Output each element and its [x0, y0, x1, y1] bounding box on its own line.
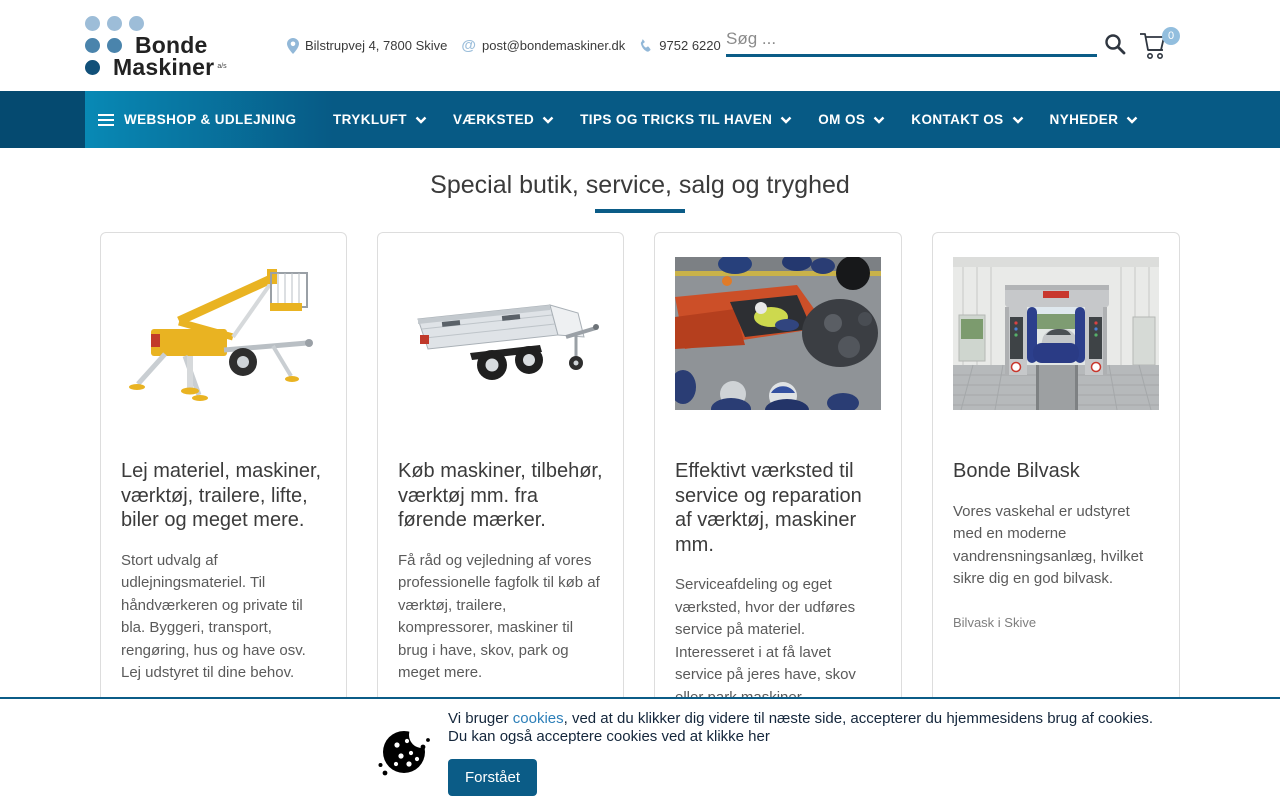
cart-count-badge: 0	[1162, 27, 1180, 45]
boom-lift-image	[121, 256, 326, 411]
logo-dot	[129, 15, 144, 31]
nav-item-label: VÆRKSTED	[452, 112, 535, 127]
contact-address: Bilstrupvej 4, 7800 Skive	[287, 37, 448, 54]
logo-dots-row3: Maskiner a/s	[85, 53, 227, 80]
chevron-down-icon	[780, 116, 792, 124]
search-icon	[1105, 33, 1126, 54]
card-body-text: Vores vaskehal er udstyret med en modern…	[953, 502, 1144, 588]
contact-email[interactable]: @ post@bondemaskiner.dk	[461, 37, 625, 54]
logo-dot	[85, 59, 100, 75]
chevron-down-icon	[873, 116, 885, 124]
nav-item-label: KONTAKT OS	[911, 112, 1004, 127]
cookie-line2: Du kan også acceptere cookies ved at kli…	[448, 728, 770, 745]
address-text: Bilstrupvej 4, 7800 Skive	[305, 38, 448, 53]
logo[interactable]: Bonde Maskiner a/s	[85, 12, 227, 80]
card-body: Vores vaskehal er udstyret med en modern…	[953, 501, 1159, 591]
logo-dot	[85, 15, 100, 31]
nav-item-vaerksted[interactable]: VÆRKSTED	[453, 112, 554, 127]
page-title: Special butik, service, salg og tryghed	[430, 171, 850, 199]
chevron-down-icon	[542, 116, 554, 124]
chevron-down-icon	[1127, 116, 1138, 124]
nav-left-block	[0, 91, 85, 148]
nav-item-trykluft[interactable]: TRYKLUFT	[333, 112, 427, 127]
trailer-image	[398, 256, 603, 411]
cart-button[interactable]: 0	[1136, 27, 1180, 67]
card-body: Stort udvalg af udlejningsmateriel. Til …	[121, 550, 326, 685]
cookie-message: Vi bruger cookies, ved at du klikker dig…	[448, 710, 1153, 796]
card-title: Effektivt værksted til service og repara…	[675, 460, 862, 556]
card-link-bilvask-i-skive[interactable]: Bilvask i Skive	[953, 615, 1036, 630]
search-bar	[726, 24, 1097, 57]
card-title: Bonde Bilvask	[953, 460, 1080, 482]
phone-text: 9752 6220	[659, 38, 721, 53]
phone-icon	[641, 38, 651, 52]
nav-webshop-label: WEBSHOP & UDLEJNING	[124, 112, 297, 127]
card-body-text: Få råd og vejledning af vores profession…	[398, 551, 600, 682]
logo-suffix: a/s	[217, 63, 227, 70]
search-input[interactable]	[726, 24, 1097, 57]
email-text: post@bondemaskiner.dk	[482, 38, 626, 53]
nav-item-om-os[interactable]: OM OS	[818, 112, 885, 127]
main-navigation: WEBSHOP & UDLEJNING TRYKLUFT VÆRKSTED TI…	[0, 91, 1280, 148]
nav-item-label: TIPS OG TRICKS TIL HAVEN	[580, 112, 773, 127]
chevron-down-icon	[415, 116, 427, 124]
card-body-text2: Lej udstyret til dine behov.	[121, 664, 295, 682]
cookie-line1: Vi bruger cookies, ved at du klikker dig…	[448, 710, 1153, 728]
card-title: Lej materiel, maskiner, værktøj, trailer…	[121, 460, 322, 532]
workshop-image	[675, 256, 881, 411]
card-body: Få råd og vejledning af vores profession…	[398, 550, 603, 685]
heading-underline	[595, 209, 685, 213]
nav-item-nyheder[interactable]: NYHEDER	[1050, 112, 1139, 127]
hamburger-menu-icon	[98, 111, 114, 129]
logo-dot	[107, 37, 122, 53]
nav-item-label: NYHEDER	[1049, 112, 1119, 127]
cookie-banner: Vi bruger cookies, ved at du klikker dig…	[0, 697, 1280, 800]
chevron-down-icon	[1012, 116, 1023, 124]
cookie-text-suffix: , ved at du klikker dig videre til næste…	[563, 710, 1154, 727]
nav-item-webshop-udlejning[interactable]: WEBSHOP & UDLEJNING	[85, 91, 333, 148]
logo-dot	[107, 15, 122, 31]
card-title: Køb maskiner, tilbehør, værktøj mm. fra …	[398, 460, 603, 532]
cookie-text-prefix: Vi bruger	[448, 710, 513, 727]
card-body-text: Stort udvalg af udlejningsmateriel. Til …	[121, 551, 306, 659]
nav-item-tips-og-tricks[interactable]: TIPS OG TRICKS TIL HAVEN	[580, 112, 792, 127]
email-icon: @	[461, 37, 476, 54]
search-button[interactable]	[1101, 31, 1129, 59]
logo-dot	[85, 37, 100, 53]
nav-item-label: TRYKLUFT	[333, 112, 407, 127]
nav-menu: TRYKLUFT VÆRKSTED TIPS OG TRICKS TIL HAV…	[333, 91, 1138, 148]
header: Bonde Maskiner a/s Bilstrupvej 4, 7800 S…	[0, 0, 1280, 91]
contact-phone[interactable]: 9752 6220	[639, 38, 721, 53]
nav-item-label: OM OS	[818, 112, 866, 127]
cookie-accept-button[interactable]: Forstået	[448, 759, 538, 796]
location-pin-icon	[287, 37, 299, 54]
cookies-link[interactable]: cookies	[513, 710, 564, 727]
logo-text-line2: Maskiner	[113, 53, 215, 80]
car-wash-image	[953, 256, 1159, 411]
contact-info: Bilstrupvej 4, 7800 Skive @ post@bondema…	[287, 0, 721, 91]
nav-item-kontakt-os[interactable]: KONTAKT OS	[911, 112, 1023, 127]
cookie-icon	[378, 723, 432, 776]
